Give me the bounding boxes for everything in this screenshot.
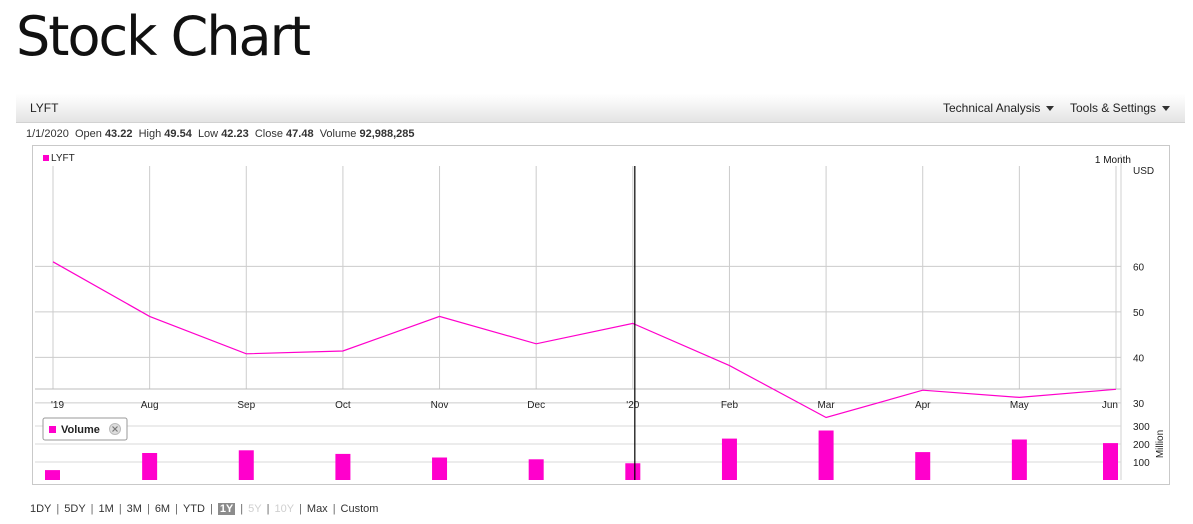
volume-bar (915, 452, 931, 480)
range-3m[interactable]: 3M (127, 503, 142, 515)
chart-area[interactable]: 30 40 50 60 '19 Aug Sep Oct Nov Dec '20 Feb Mar Apr Ma… (32, 145, 1170, 485)
y-tick-label: 50 (1133, 308, 1145, 319)
currency-label: USD (1133, 166, 1154, 177)
y-tick-label: 30 (1133, 399, 1145, 410)
range-separator: | (332, 503, 336, 515)
range-1y[interactable]: 1Y (217, 503, 236, 515)
legend-swatch (43, 155, 49, 161)
legend-series-name: LYFT (51, 153, 75, 164)
volume-tick-label: 100 (1133, 458, 1150, 469)
close-label: Close (254, 128, 283, 140)
open-label: Open (74, 128, 102, 140)
range-ytd[interactable]: YTD (183, 503, 205, 515)
range-separator: | (299, 503, 302, 515)
time-range-selector: 1DY | 5DY | 1M | 3M | 6M | YTD | 1Y | 5Y | 10Y | Max | Custo… (30, 503, 378, 515)
range-separator: | (56, 503, 60, 515)
range-separator: | (175, 503, 178, 515)
technical-analysis-label: Technical Analysis (943, 101, 1041, 115)
ticker-symbol: LYFT (30, 101, 59, 115)
x-tick-label: Nov (431, 400, 449, 411)
range-5y: 5Y (248, 503, 262, 515)
tools-settings-label: Tools & Settings (1070, 101, 1157, 115)
tools-settings-menu[interactable]: Tools & Settings (1070, 101, 1171, 115)
range-separator: | (240, 503, 244, 515)
range-custom[interactable]: Custom (341, 503, 379, 515)
volume-tick-label: 200 (1133, 440, 1150, 451)
x-tick-label: Aug (141, 400, 159, 411)
volume-legend-label: Volume (61, 424, 100, 436)
volume-label: Volume (319, 128, 357, 140)
high-label: High (138, 128, 162, 140)
technical-analysis-menu[interactable]: Technical Analysis (943, 101, 1055, 115)
y-tick-label: 40 (1133, 353, 1145, 364)
volume-bar (1103, 443, 1118, 480)
x-tick-label: Mar (817, 400, 835, 411)
chart-svg[interactable]: 30 40 50 60 '19 Aug Sep Oct Nov Dec '20 Feb Mar Apr Ma… (33, 146, 1169, 484)
range-6m[interactable]: 6M (155, 503, 170, 515)
range-5dy[interactable]: 5DY (64, 503, 85, 515)
range-separator: | (90, 503, 94, 515)
x-tick-label: Sep (237, 400, 255, 411)
high-value: 49.54 (164, 128, 192, 140)
chevron-down-icon (1162, 106, 1171, 112)
volume-unit-label: Million (1155, 430, 1166, 458)
range-1m[interactable]: 1M (99, 503, 114, 515)
low-label: Low (197, 128, 219, 140)
low-value: 42.23 (221, 128, 249, 140)
range-max[interactable]: Max (307, 503, 328, 515)
volume-bar (238, 450, 254, 480)
volume-bar (625, 463, 641, 480)
price-series-line (52, 261, 1117, 419)
ohlc-date: 1/1/2020 (26, 128, 69, 140)
volume-bar (45, 470, 60, 480)
volume-bar (528, 459, 544, 480)
chevron-down-icon (1046, 106, 1055, 112)
x-tick-label: Jun (1102, 400, 1118, 411)
range-10y: 10Y (274, 503, 295, 515)
range-separator: | (146, 503, 150, 515)
volume-bar (1011, 439, 1027, 480)
y-tick-label: 60 (1133, 262, 1145, 273)
volume-bar (335, 453, 351, 480)
range-separator: | (209, 503, 213, 515)
open-value: 43.22 (104, 128, 133, 140)
x-tick-label: Apr (915, 400, 931, 411)
volume-bar (142, 453, 158, 480)
volume-tick-label: 300 (1133, 422, 1150, 433)
chart-toolbar: LYFT Technical Analysis Tools & Settings (16, 94, 1185, 123)
volume-bar (818, 430, 834, 480)
close-value: 47.48 (286, 128, 314, 140)
volume-legend-swatch (49, 426, 56, 433)
ohlc-readout: 1/1/2020 Open 43.22 High 49.54 Low 42.23… (26, 128, 415, 140)
volume-bar (721, 438, 737, 480)
x-tick-label: Dec (527, 400, 545, 411)
x-tick-label: '19 (51, 400, 64, 411)
volume-value: 92,988,285 (359, 128, 415, 140)
range-1dy[interactable]: 1DY (30, 503, 51, 515)
interval-label: 1 Month (1095, 155, 1131, 166)
x-tick-label: May (1010, 400, 1029, 411)
x-tick-label: '20 (626, 400, 639, 411)
x-tick-label: Feb (721, 400, 739, 411)
range-separator: | (266, 503, 270, 515)
range-separator: | (118, 503, 122, 515)
page-title: Stock Chart (16, 5, 311, 68)
volume-bar (432, 457, 448, 480)
x-tick-label: Oct (335, 400, 351, 411)
